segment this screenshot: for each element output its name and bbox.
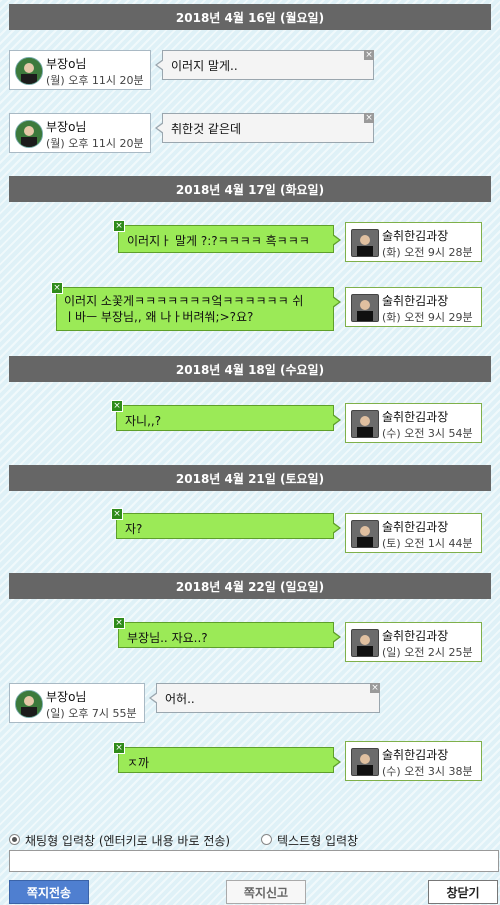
message-text: 이러지ㅏ 말게 ?:?ㅋㅋㅋㅋ 흑ㅋㅋㅋ <box>127 234 310 248</box>
chat-mode-radio[interactable] <box>9 834 20 845</box>
close-icon[interactable]: × <box>113 617 125 629</box>
message-text: 취한것 같은데 <box>171 122 242 136</box>
message-time: (토) 오전 1시 44분 <box>382 537 473 550</box>
sender-name: 부장o님 <box>46 690 87 704</box>
close-icon[interactable]: × <box>111 400 123 412</box>
text-mode-label[interactable]: 텍스트형 입력창 <box>277 832 358 849</box>
sender-name: 술취한김과장 <box>382 520 449 534</box>
text-mode-radio[interactable] <box>261 834 272 845</box>
message-time: (일) 오후 7시 55분 <box>46 707 137 720</box>
sender-card: 술취한김과장 (수) 오전 3시 38분 <box>345 741 482 781</box>
sender-card: 술취한김과장 (수) 오전 3시 54분 <box>345 403 482 443</box>
message-bubble: × 부장님.. 자요..? <box>113 617 341 648</box>
avatar <box>15 690 43 718</box>
avatar <box>351 629 379 657</box>
message-bubble: × 자? <box>111 508 341 539</box>
sender-name: 술취한김과장 <box>382 229 449 243</box>
chat-mode-label[interactable]: 채팅형 입력창 (엔터키로 내용 바로 전송) <box>25 832 230 849</box>
close-icon[interactable]: × <box>364 50 374 60</box>
close-icon[interactable]: × <box>113 742 125 754</box>
message-text: 부장님.. 자요..? <box>127 631 208 645</box>
close-icon[interactable]: × <box>364 113 374 123</box>
date-header: 2018년 4월 16일 (월요일) <box>9 4 491 30</box>
close-icon[interactable]: × <box>370 683 380 693</box>
sender-card: 부장o님 (월) 오후 11시 20분 <box>9 113 151 153</box>
sender-name: 술취한김과장 <box>382 629 449 643</box>
message-bubble: × 자니,,? <box>111 400 341 431</box>
message-time: (월) 오후 11시 20분 <box>46 74 144 87</box>
close-icon[interactable]: × <box>111 508 123 520</box>
message-time: (화) 오전 9시 29분 <box>382 311 473 324</box>
sender-card: 부장o님 (월) 오후 11시 20분 <box>9 50 151 90</box>
sender-card: 술취한김과장 (화) 오전 9시 28분 <box>345 222 482 262</box>
sender-card: 술취한김과장 (일) 오전 2시 25분 <box>345 622 482 662</box>
date-header: 2018년 4월 21일 (토요일) <box>9 465 491 491</box>
date-header: 2018년 4월 22일 (일요일) <box>9 573 491 599</box>
message-bubble: × ㅈ까 <box>113 742 341 773</box>
close-icon[interactable]: × <box>51 282 63 294</box>
message-time: (일) 오전 2시 25분 <box>382 646 473 659</box>
send-button[interactable]: 쪽지전송 <box>9 880 89 904</box>
sender-name: 부장o님 <box>46 57 87 71</box>
message-text-line: 이러지 소꽃게ㅋㅋㅋㅋㅋㅋㅋ엌ㅋㅋㅋㅋㅋㅋ 쉬 <box>64 294 304 308</box>
message-text: 어허.. <box>165 692 195 706</box>
sender-name: 술취한김과장 <box>382 294 449 308</box>
sender-name: 술취한김과장 <box>382 410 449 424</box>
message-bubble: 이러지 말게.. × <box>155 50 374 80</box>
sender-card: 부장o님 (일) 오후 7시 55분 <box>9 683 145 723</box>
message-time: (수) 오전 3시 38분 <box>382 765 473 778</box>
avatar <box>351 229 379 257</box>
sender-card: 술취한김과장 (화) 오전 9시 29분 <box>345 287 482 327</box>
message-bubble: × 이러지 소꽃게ㅋㅋㅋㅋㅋㅋㅋ엌ㅋㅋㅋㅋㅋㅋ 쉬 ㅣ바ㅡ 부장님,, 왜 나ㅏ… <box>51 282 341 331</box>
message-bubble: × 이러지ㅏ 말게 ?:?ㅋㅋㅋㅋ 흑ㅋㅋㅋ <box>113 220 341 253</box>
message-input[interactable] <box>9 850 499 872</box>
date-header: 2018년 4월 18일 (수요일) <box>9 356 491 382</box>
message-text: 자니,,? <box>125 414 162 428</box>
close-window-button[interactable]: 창닫기 <box>428 880 498 904</box>
avatar <box>15 120 43 148</box>
message-time: (화) 오전 9시 28분 <box>382 246 473 259</box>
sender-name: 술취한김과장 <box>382 748 449 762</box>
message-text: 자? <box>125 522 143 536</box>
avatar <box>351 410 379 438</box>
message-text: 이러지 말게.. <box>171 59 238 73</box>
avatar <box>351 520 379 548</box>
sender-card: 술취한김과장 (토) 오전 1시 44분 <box>345 513 482 553</box>
avatar <box>15 57 43 85</box>
avatar <box>351 294 379 322</box>
message-text-line: ㅣ바ㅡ 부장님,, 왜 나ㅏ버려쒀;>?요? <box>64 310 254 324</box>
message-time: (수) 오전 3시 54분 <box>382 427 473 440</box>
message-text: ㅈ까 <box>127 756 150 770</box>
message-time: (월) 오후 11시 20분 <box>46 137 144 150</box>
report-button[interactable]: 쪽지신고 <box>226 880 306 904</box>
date-header: 2018년 4월 17일 (화요일) <box>9 176 491 202</box>
close-icon[interactable]: × <box>113 220 125 232</box>
message-bubble: 어허.. × <box>149 683 380 713</box>
message-bubble: 취한것 같은데 × <box>155 113 374 143</box>
sender-name: 부장o님 <box>46 120 87 134</box>
avatar <box>351 748 379 776</box>
